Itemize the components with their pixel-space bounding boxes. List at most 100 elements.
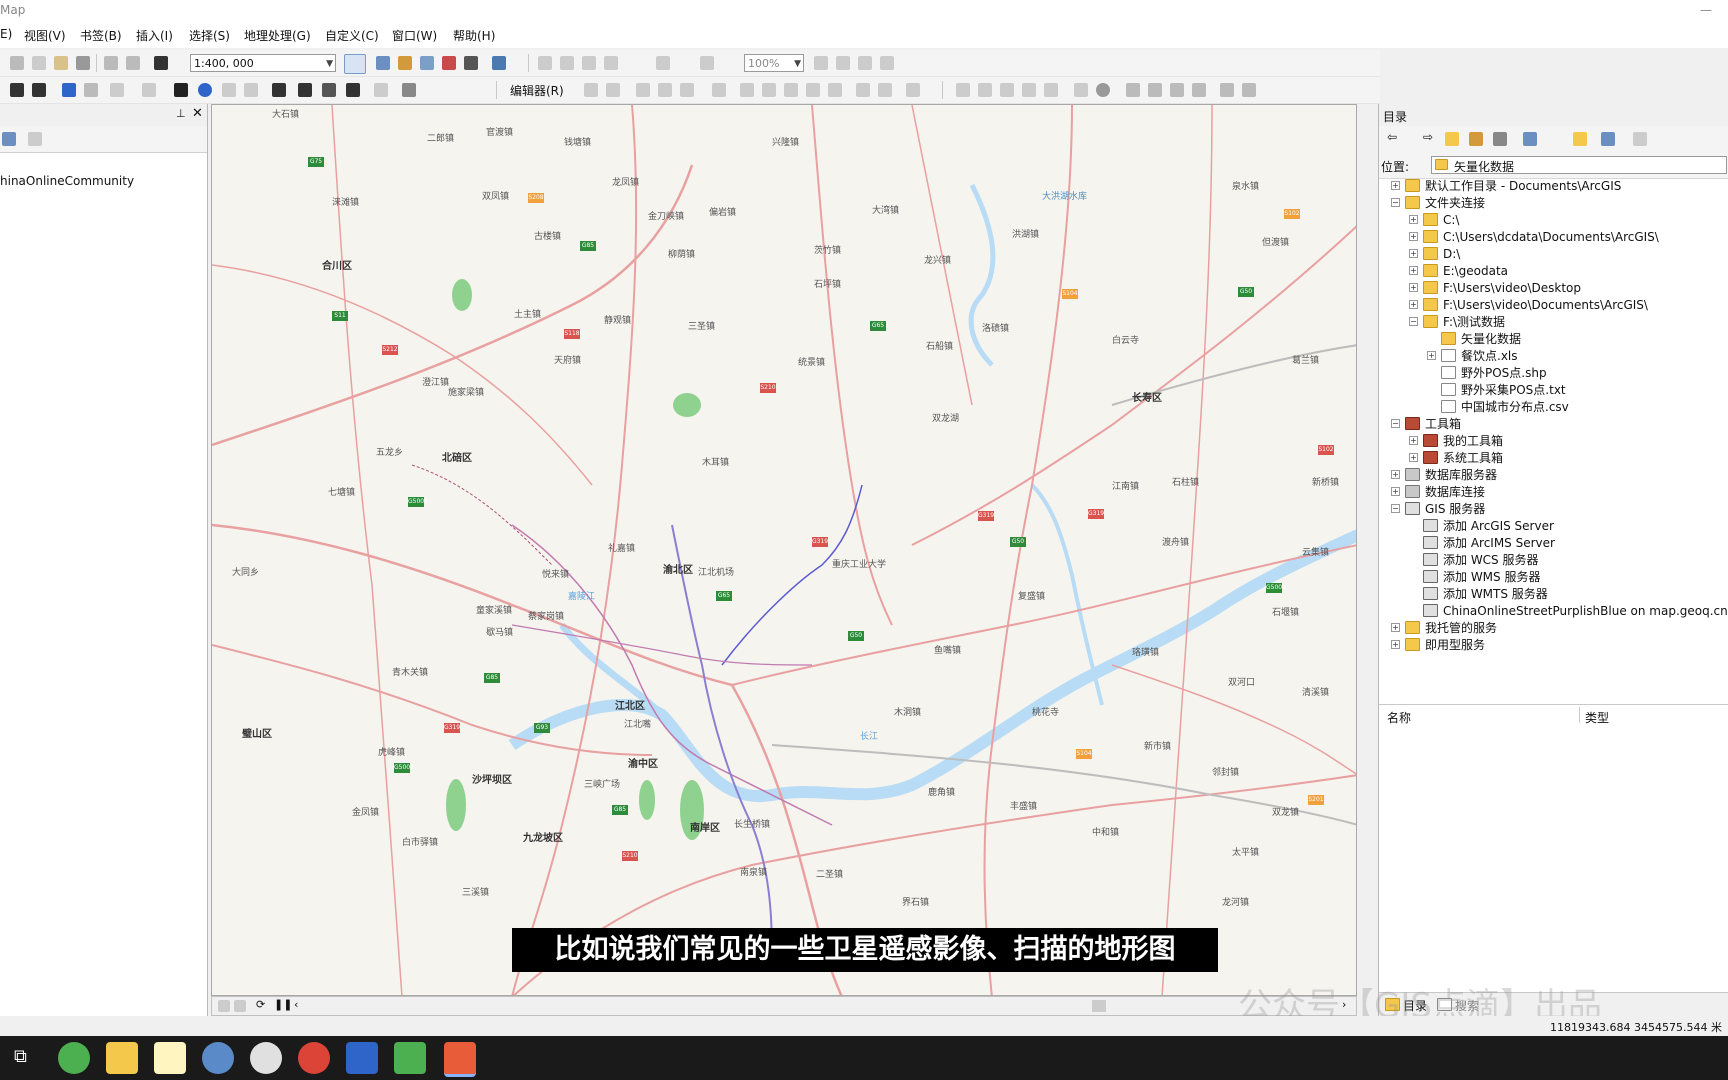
data-view-icon[interactable] bbox=[218, 1000, 230, 1012]
pause-drawing-icon[interactable]: ❚❚ bbox=[274, 998, 292, 1011]
georef-icon-5[interactable] bbox=[1044, 83, 1058, 97]
tree-node[interactable]: 添加 WMS 服务器 bbox=[1379, 569, 1728, 585]
end-point-arc-icon[interactable] bbox=[658, 83, 672, 97]
data-driven-pages-icon[interactable] bbox=[880, 56, 894, 70]
horizontal-scroll-thumb[interactable] bbox=[1092, 1000, 1106, 1012]
tree-node[interactable]: − F:\测试数据 bbox=[1379, 314, 1728, 330]
minimize-button[interactable]: — bbox=[1700, 3, 1712, 17]
tree-node[interactable]: + 数据库连接 bbox=[1379, 484, 1728, 500]
georef-icon-1[interactable] bbox=[956, 83, 970, 97]
undo-icon[interactable] bbox=[104, 56, 118, 70]
toggle-contents-icon[interactable] bbox=[1601, 132, 1615, 146]
view-options-icon[interactable] bbox=[1523, 132, 1537, 146]
connect-folder-icon[interactable] bbox=[1493, 132, 1507, 146]
fixed-zoom-in-icon[interactable] bbox=[32, 83, 46, 97]
back-extent-icon[interactable] bbox=[62, 83, 76, 97]
hyperlink-icon[interactable] bbox=[222, 83, 236, 97]
change-layout-icon[interactable] bbox=[858, 56, 872, 70]
redo-icon[interactable] bbox=[126, 56, 140, 70]
georef-icon-4[interactable] bbox=[1022, 83, 1036, 97]
identify-icon[interactable] bbox=[198, 83, 212, 97]
menu-geoprocessing[interactable]: 地理处理(G) bbox=[244, 27, 311, 44]
select-elements-icon[interactable] bbox=[174, 83, 188, 97]
python-window-icon[interactable] bbox=[464, 56, 478, 70]
up-folder-icon[interactable] bbox=[1445, 132, 1459, 146]
collapse-icon[interactable]: − bbox=[1409, 317, 1418, 326]
rotate-icon[interactable] bbox=[828, 83, 842, 97]
expand-icon[interactable]: + bbox=[1427, 351, 1436, 360]
edit-tool-icon[interactable] bbox=[584, 83, 598, 97]
tree-node[interactable]: 野外采集POS点.txt bbox=[1379, 382, 1728, 398]
tree-node[interactable]: 矢量化数据 bbox=[1379, 331, 1728, 347]
expand-icon[interactable]: + bbox=[1409, 300, 1418, 309]
tree-node[interactable]: 野外POS点.shp bbox=[1379, 365, 1728, 381]
tree-node[interactable]: − GIS 服务器 bbox=[1379, 501, 1728, 517]
zoom-page-out-icon[interactable] bbox=[560, 56, 574, 70]
collapse-icon[interactable]: − bbox=[1391, 198, 1400, 207]
tree-node[interactable]: + E:\geodata bbox=[1379, 263, 1728, 279]
menu-customize[interactable]: 自定义(C) bbox=[325, 27, 379, 44]
find-route-icon[interactable] bbox=[322, 83, 336, 97]
chrome-icon[interactable] bbox=[298, 1042, 330, 1074]
georef-icon-6[interactable] bbox=[1074, 83, 1088, 97]
expand-icon[interactable]: + bbox=[1409, 232, 1418, 241]
editor-menu[interactable]: 编辑器(R) bbox=[510, 82, 564, 99]
options-icon[interactable] bbox=[28, 132, 42, 146]
georef-icon-10[interactable] bbox=[1170, 83, 1184, 97]
location-field[interactable]: 矢量化数据 bbox=[1431, 156, 1727, 174]
focus-frame-icon[interactable] bbox=[836, 56, 850, 70]
tree-node[interactable]: 中国城市分布点.csv bbox=[1379, 399, 1728, 415]
expand-icon[interactable]: + bbox=[1409, 266, 1418, 275]
refresh-icon[interactable]: ⟳ bbox=[256, 998, 265, 1011]
new-folder-icon[interactable] bbox=[1573, 132, 1587, 146]
fixed-zoom-icon[interactable] bbox=[656, 56, 670, 70]
time-slider-icon[interactable] bbox=[374, 83, 388, 97]
georef-icon-13[interactable] bbox=[1242, 83, 1256, 97]
catalog-options-icon[interactable] bbox=[1633, 132, 1647, 146]
tree-node[interactable]: + 默认工作目录 - Documents\ArcGIS bbox=[1379, 178, 1728, 194]
tree-node[interactable]: − 工具箱 bbox=[1379, 416, 1728, 432]
expand-icon[interactable]: + bbox=[1409, 215, 1418, 224]
pin-icon[interactable]: ⊥ bbox=[176, 107, 186, 120]
paste-icon[interactable] bbox=[54, 56, 68, 70]
tree-node[interactable]: 添加 WMTS 服务器 bbox=[1379, 586, 1728, 602]
tree-node[interactable]: 添加 ArcIMS Server bbox=[1379, 535, 1728, 551]
column-header-name[interactable]: 名称 bbox=[1387, 709, 1411, 726]
editor-toolbar-toggle-icon[interactable] bbox=[344, 54, 366, 74]
tree-node[interactable]: ChinaOnlineStreetPurplishBlue on map.geo… bbox=[1379, 603, 1728, 619]
go-to-xy-icon[interactable] bbox=[346, 83, 360, 97]
expand-icon[interactable]: + bbox=[1409, 249, 1418, 258]
column-header-type[interactable]: 类型 bbox=[1585, 709, 1609, 726]
reshape-icon[interactable] bbox=[762, 83, 776, 97]
layer-name[interactable]: hinaOnlineCommunity bbox=[0, 174, 134, 188]
menu-edit[interactable]: E) bbox=[0, 27, 12, 41]
tree-node[interactable]: + 我托管的服务 bbox=[1379, 620, 1728, 636]
sketch-properties-icon[interactable] bbox=[878, 83, 892, 97]
georef-icon-9[interactable] bbox=[1148, 83, 1162, 97]
menu-view[interactable]: 视图(V) bbox=[24, 27, 66, 44]
file-explorer-icon[interactable] bbox=[106, 1042, 138, 1074]
cut-polygons-icon[interactable] bbox=[784, 83, 798, 97]
full-extent-icon[interactable] bbox=[10, 83, 24, 97]
recorder-icon[interactable] bbox=[444, 1042, 476, 1077]
create-viewer-icon[interactable] bbox=[402, 83, 416, 97]
zoom-percent-combo[interactable]: 100% ▼ bbox=[744, 54, 804, 72]
georef-icon-11[interactable] bbox=[1192, 83, 1206, 97]
attributes-icon[interactable] bbox=[856, 83, 870, 97]
edit-vertices-icon[interactable] bbox=[740, 83, 754, 97]
expand-icon[interactable]: + bbox=[1391, 181, 1400, 190]
georef-icon-12[interactable] bbox=[1220, 83, 1234, 97]
select-features-icon[interactable] bbox=[110, 83, 124, 97]
straight-segment-icon[interactable] bbox=[636, 83, 650, 97]
tree-node[interactable]: + F:\Users\video\Documents\ArcGIS\ bbox=[1379, 297, 1728, 313]
menu-window[interactable]: 窗口(W) bbox=[392, 27, 437, 44]
measure-icon[interactable] bbox=[272, 83, 286, 97]
back-arrow-icon[interactable]: ⇦ bbox=[1387, 130, 1397, 144]
tree-node[interactable]: + 系统工具箱 bbox=[1379, 450, 1728, 466]
tree-node[interactable]: + C:\ bbox=[1379, 212, 1728, 228]
camtasia-icon[interactable] bbox=[394, 1042, 426, 1074]
browser-icon[interactable] bbox=[58, 1042, 90, 1074]
menu-bookmarks[interactable]: 书签(B) bbox=[80, 27, 122, 44]
notepad-icon[interactable] bbox=[154, 1042, 186, 1074]
copy-icon[interactable] bbox=[32, 56, 46, 70]
